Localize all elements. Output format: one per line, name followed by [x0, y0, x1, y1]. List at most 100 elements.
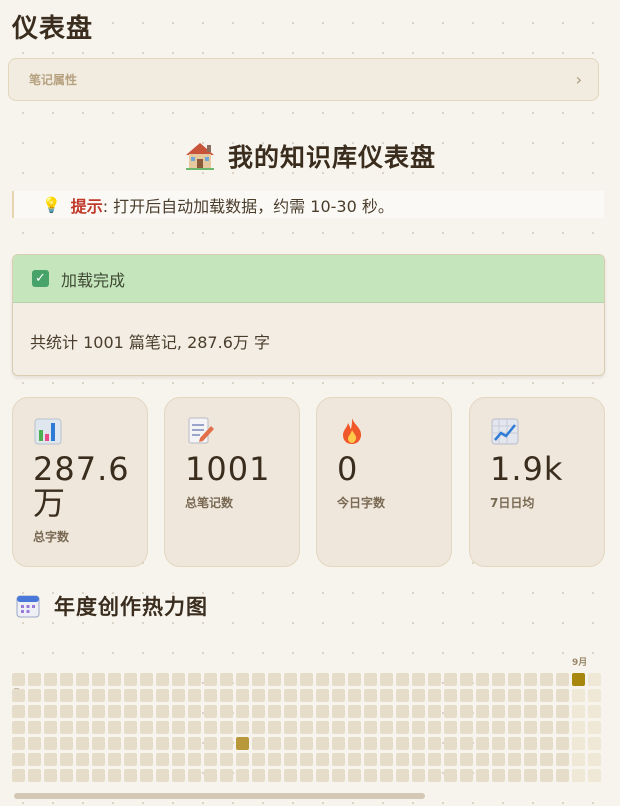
heatmap-cell[interactable] [252, 753, 265, 766]
heatmap-cell[interactable] [508, 721, 521, 734]
heatmap-cell[interactable] [428, 689, 441, 702]
heatmap-cell[interactable] [492, 737, 505, 750]
heatmap-cell[interactable] [92, 737, 105, 750]
heatmap-cell[interactable] [492, 689, 505, 702]
heatmap-cell[interactable] [44, 673, 57, 686]
heatmap-cell[interactable] [300, 753, 313, 766]
heatmap-cell[interactable] [12, 769, 25, 782]
heatmap-cell[interactable] [540, 737, 553, 750]
heatmap-cell[interactable] [364, 769, 377, 782]
heatmap-cell[interactable] [396, 689, 409, 702]
heatmap-cell[interactable] [140, 689, 153, 702]
heatmap-cell[interactable] [92, 769, 105, 782]
heatmap-cell[interactable] [220, 753, 233, 766]
heatmap-cell[interactable] [60, 673, 73, 686]
heatmap-cell[interactable] [524, 721, 537, 734]
heatmap-cell[interactable] [108, 689, 121, 702]
heatmap-cell[interactable] [316, 769, 329, 782]
heatmap-cell[interactable] [508, 705, 521, 718]
heatmap-cell[interactable] [332, 737, 345, 750]
heatmap-cell[interactable] [236, 769, 249, 782]
heatmap-cell[interactable] [364, 737, 377, 750]
heatmap-cell[interactable] [300, 689, 313, 702]
heatmap-cell[interactable] [172, 721, 185, 734]
heatmap-cell[interactable] [172, 689, 185, 702]
heatmap-cell[interactable] [460, 689, 473, 702]
heatmap-cell[interactable] [12, 737, 25, 750]
heatmap-cell[interactable] [204, 721, 217, 734]
heatmap-cell[interactable] [140, 721, 153, 734]
heatmap-cell[interactable] [284, 753, 297, 766]
heatmap-cell[interactable] [588, 769, 601, 782]
heatmap-cell[interactable] [60, 737, 73, 750]
heatmap-cell[interactable] [140, 769, 153, 782]
heatmap-cell[interactable] [300, 737, 313, 750]
heatmap-cell[interactable] [412, 737, 425, 750]
heatmap-cell[interactable] [204, 689, 217, 702]
heatmap-cell[interactable] [428, 737, 441, 750]
heatmap-cell[interactable] [124, 721, 137, 734]
heatmap-cell[interactable] [252, 689, 265, 702]
heatmap-cell[interactable] [540, 769, 553, 782]
heatmap-cell[interactable] [556, 721, 569, 734]
heatmap-cell[interactable] [444, 753, 457, 766]
heatmap-cell[interactable] [220, 705, 233, 718]
heatmap-cell[interactable] [300, 721, 313, 734]
heatmap-cell[interactable] [540, 673, 553, 686]
heatmap-cell[interactable] [204, 705, 217, 718]
heatmap-cell[interactable] [380, 705, 393, 718]
heatmap-cell[interactable] [124, 753, 137, 766]
heatmap-cell[interactable] [188, 673, 201, 686]
heatmap-cell[interactable] [188, 737, 201, 750]
heatmap-cell[interactable] [12, 721, 25, 734]
heatmap-cell[interactable] [188, 689, 201, 702]
heatmap-cell[interactable] [204, 753, 217, 766]
heatmap-cell[interactable] [172, 753, 185, 766]
heatmap-cell[interactable] [316, 753, 329, 766]
heatmap-cell[interactable] [44, 705, 57, 718]
heatmap-cell[interactable] [188, 721, 201, 734]
heatmap-cell[interactable] [524, 673, 537, 686]
heatmap-cell[interactable] [348, 705, 361, 718]
heatmap-cell[interactable] [492, 753, 505, 766]
heatmap-cell[interactable] [524, 689, 537, 702]
heatmap-cell[interactable] [188, 753, 201, 766]
heatmap-cell[interactable] [524, 769, 537, 782]
heatmap-cell[interactable] [156, 705, 169, 718]
heatmap-cell[interactable] [172, 737, 185, 750]
heatmap-cell[interactable] [252, 737, 265, 750]
heatmap-cell[interactable] [220, 737, 233, 750]
heatmap-cell[interactable] [124, 737, 137, 750]
heatmap-cell[interactable] [412, 689, 425, 702]
heatmap-cell[interactable] [588, 673, 601, 686]
heatmap-cell[interactable] [300, 769, 313, 782]
heatmap-cell[interactable] [92, 689, 105, 702]
heatmap-cell[interactable] [60, 753, 73, 766]
heatmap-cell[interactable] [220, 673, 233, 686]
heatmap-cell[interactable] [12, 673, 25, 686]
heatmap-cell[interactable] [268, 689, 281, 702]
heatmap-cell[interactable] [556, 705, 569, 718]
heatmap-cell[interactable] [124, 769, 137, 782]
heatmap-cell[interactable] [492, 721, 505, 734]
heatmap-cell[interactable] [140, 705, 153, 718]
heatmap-cell[interactable] [284, 705, 297, 718]
heatmap-cell[interactable] [332, 689, 345, 702]
heatmap-cell[interactable] [140, 673, 153, 686]
heatmap-cell[interactable] [412, 769, 425, 782]
heatmap-cell[interactable] [364, 705, 377, 718]
heatmap-cell[interactable] [588, 753, 601, 766]
heatmap-cell[interactable] [316, 689, 329, 702]
heatmap-cell[interactable] [396, 769, 409, 782]
heatmap-cell[interactable] [60, 705, 73, 718]
heatmap-cell[interactable] [540, 689, 553, 702]
heatmap-cell[interactable] [76, 705, 89, 718]
heatmap-cell[interactable] [412, 721, 425, 734]
heatmap-cell[interactable] [284, 673, 297, 686]
heatmap-cell[interactable] [524, 737, 537, 750]
heatmap-cell[interactable] [588, 721, 601, 734]
heatmap-cell[interactable] [396, 721, 409, 734]
heatmap-cell[interactable] [172, 769, 185, 782]
heatmap-cell[interactable] [460, 721, 473, 734]
heatmap-cell[interactable] [188, 705, 201, 718]
